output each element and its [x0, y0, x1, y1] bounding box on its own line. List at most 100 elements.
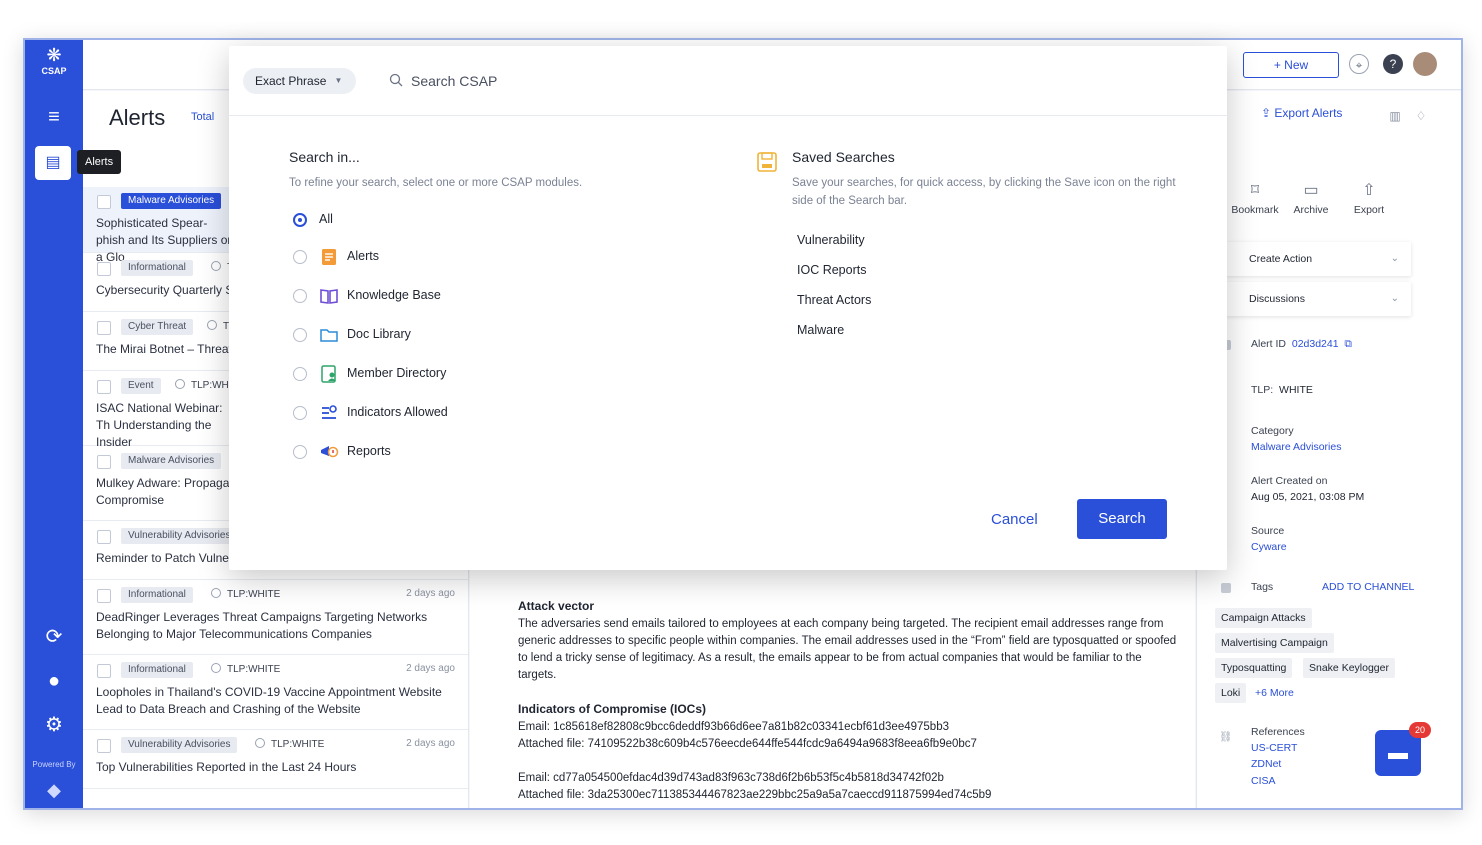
alert-id-value[interactable]: 02d3d241 — [1292, 338, 1339, 350]
tag-chip[interactable]: Loki — [1215, 683, 1247, 703]
reference-link[interactable]: US-CERT — [1251, 742, 1297, 754]
search-icon — [389, 73, 403, 87]
radio-button[interactable] — [293, 367, 307, 381]
ioc-section: Indicators of Compromise (IOCs) Email: 1… — [518, 701, 1178, 804]
tag-chip[interactable]: Typosquatting — [1215, 658, 1293, 678]
copy-icon[interactable]: ⧉ — [1344, 338, 1352, 350]
layout-icon[interactable]: ▥ — [1385, 106, 1405, 126]
brand-name: CSAP — [41, 66, 67, 76]
list-item[interactable]: Vulnerability Advisories TLP:WHITE 2 day… — [83, 731, 469, 789]
new-button[interactable]: + New — [1243, 52, 1339, 78]
module-label: Doc Library — [347, 327, 411, 341]
bookmark-icon: ⌑ — [1250, 182, 1260, 199]
member-directory-icon — [321, 365, 336, 383]
module-label: Knowledge Base — [347, 288, 441, 302]
category-badge: Informational — [121, 662, 193, 678]
caret-down-icon: ▼ — [334, 76, 343, 85]
tag-chip[interactable]: Malvertising Campaign — [1215, 633, 1334, 653]
module-label: Reports — [347, 444, 391, 458]
row-checkbox[interactable] — [97, 589, 111, 603]
tlp-label: TLP:WHITE — [211, 663, 280, 675]
hamburger-menu-icon[interactable]: ≡ — [25, 106, 83, 129]
saved-searches-title: Saved Searches — [792, 149, 895, 165]
row-checkbox[interactable] — [97, 739, 111, 753]
search-modal: Exact Phrase ▼ Search in... To refine you… — [229, 46, 1227, 570]
module-label: Member Directory — [347, 366, 447, 380]
tlp-row: TLP: WHITE — [1251, 384, 1313, 396]
reference-link[interactable]: ZDNet — [1251, 758, 1281, 770]
radio-button[interactable] — [293, 213, 307, 227]
export-label: Export — [1353, 204, 1385, 216]
activity-icon[interactable]: ⌖ — [1349, 54, 1369, 74]
tlp-label: TLP:WHITE — [211, 588, 280, 600]
category-badge: Cyber Threat — [121, 319, 194, 335]
discussions-panel[interactable]: Discussions ⌄ — [1225, 282, 1411, 316]
saved-search-item[interactable]: Malware — [797, 323, 844, 337]
add-to-channel-link[interactable]: ADD TO CHANNEL — [1322, 581, 1414, 593]
attack-vector-heading: Attack vector — [518, 599, 595, 613]
search-button[interactable]: Search — [1077, 499, 1167, 539]
alert-title: DeadRinger Leverages Threat Campaigns Ta… — [96, 610, 428, 641]
nav-alerts-icon[interactable]: ▤ — [35, 146, 71, 180]
user-avatar[interactable] — [1413, 52, 1437, 76]
row-checkbox[interactable] — [97, 530, 111, 544]
radio-button[interactable] — [293, 445, 307, 459]
cancel-button[interactable]: Cancel — [981, 500, 1048, 540]
clock-icon[interactable]: ● — [25, 670, 83, 693]
sync-icon[interactable]: ⟳ — [25, 624, 83, 649]
brand-logo[interactable]: ❋ CSAP — [25, 44, 83, 76]
category-value[interactable]: Malware Advisories — [1251, 441, 1341, 453]
category-badge: Informational — [121, 260, 193, 276]
module-label: Indicators Allowed — [347, 405, 448, 419]
row-checkbox[interactable] — [97, 455, 111, 469]
csap-logo-icon: ❋ — [46, 45, 62, 65]
search-in-subtitle: To refine your search, select one or mor… — [289, 177, 583, 189]
created-label: Alert Created on — [1251, 475, 1328, 487]
upload-icon: ⇧ — [1362, 182, 1376, 199]
saved-search-item[interactable]: IOC Reports — [797, 263, 866, 277]
row-checkbox[interactable] — [97, 380, 111, 394]
radio-button[interactable] — [293, 289, 307, 303]
settings-gear-icon[interactable]: ⚙ — [25, 712, 83, 737]
archive-label: Archive — [1293, 204, 1329, 216]
row-checkbox[interactable] — [97, 664, 111, 678]
tag-chip[interactable]: Snake Keylogger — [1303, 658, 1395, 678]
category-badge: Informational — [121, 587, 193, 603]
saved-search-item[interactable]: Threat Actors — [797, 293, 871, 307]
export-action[interactable]: ⇧ Export — [1339, 180, 1399, 216]
powered-by-label: Powered By — [32, 760, 76, 769]
help-icon[interactable]: ? — [1383, 54, 1403, 74]
list-item[interactable]: Informational TLP:WHITE 2 days ago Looph… — [83, 656, 469, 730]
time-ago: 2 days ago — [406, 663, 455, 674]
row-checkbox[interactable] — [97, 321, 111, 335]
phrase-mode-dropdown[interactable]: Exact Phrase ▼ — [243, 68, 357, 94]
references-label: References — [1251, 726, 1305, 738]
radio-button[interactable] — [293, 250, 307, 264]
new-button-label: New — [1284, 58, 1309, 72]
row-checkbox[interactable] — [97, 195, 111, 209]
more-tags-link[interactable]: +6 More — [1255, 687, 1294, 699]
archive-icon: ▭ — [1303, 182, 1319, 199]
archive-action[interactable]: ▭ Archive — [1281, 180, 1341, 216]
list-item[interactable]: Informational TLP:WHITE 2 days ago DeadR… — [83, 581, 469, 655]
export-alerts-button[interactable]: ⇪ Export Alerts — [1261, 106, 1342, 120]
folder-icon — [320, 329, 338, 342]
row-checkbox[interactable] — [97, 262, 111, 276]
radio-button[interactable] — [293, 406, 307, 420]
nav-tooltip: Alerts — [77, 150, 122, 174]
source-value[interactable]: Cyware — [1251, 541, 1287, 553]
tlp-label: TLP:WHI — [175, 379, 232, 391]
saved-search-item[interactable]: Vulnerability — [797, 233, 865, 247]
lightbulb-icon[interactable]: ♢ — [1411, 106, 1431, 126]
reference-link[interactable]: CISA — [1251, 775, 1276, 787]
bookmark-action[interactable]: ⌑ Bookmark — [1225, 180, 1285, 216]
export-icon: ⇪ — [1261, 106, 1272, 120]
time-ago: 2 days ago — [406, 738, 455, 749]
ioc-email-2: Email: cd77a054500efdac4d39d743ad83f963c… — [518, 772, 944, 784]
search-input[interactable] — [411, 70, 911, 92]
create-action-label: Create Action — [1249, 253, 1313, 265]
search-bar: Exact Phrase ▼ — [229, 46, 1227, 116]
radio-button[interactable] — [293, 328, 307, 342]
create-action-panel[interactable]: Create Action ⌄ — [1225, 242, 1411, 276]
tag-chip[interactable]: Campaign Attacks — [1215, 608, 1312, 628]
